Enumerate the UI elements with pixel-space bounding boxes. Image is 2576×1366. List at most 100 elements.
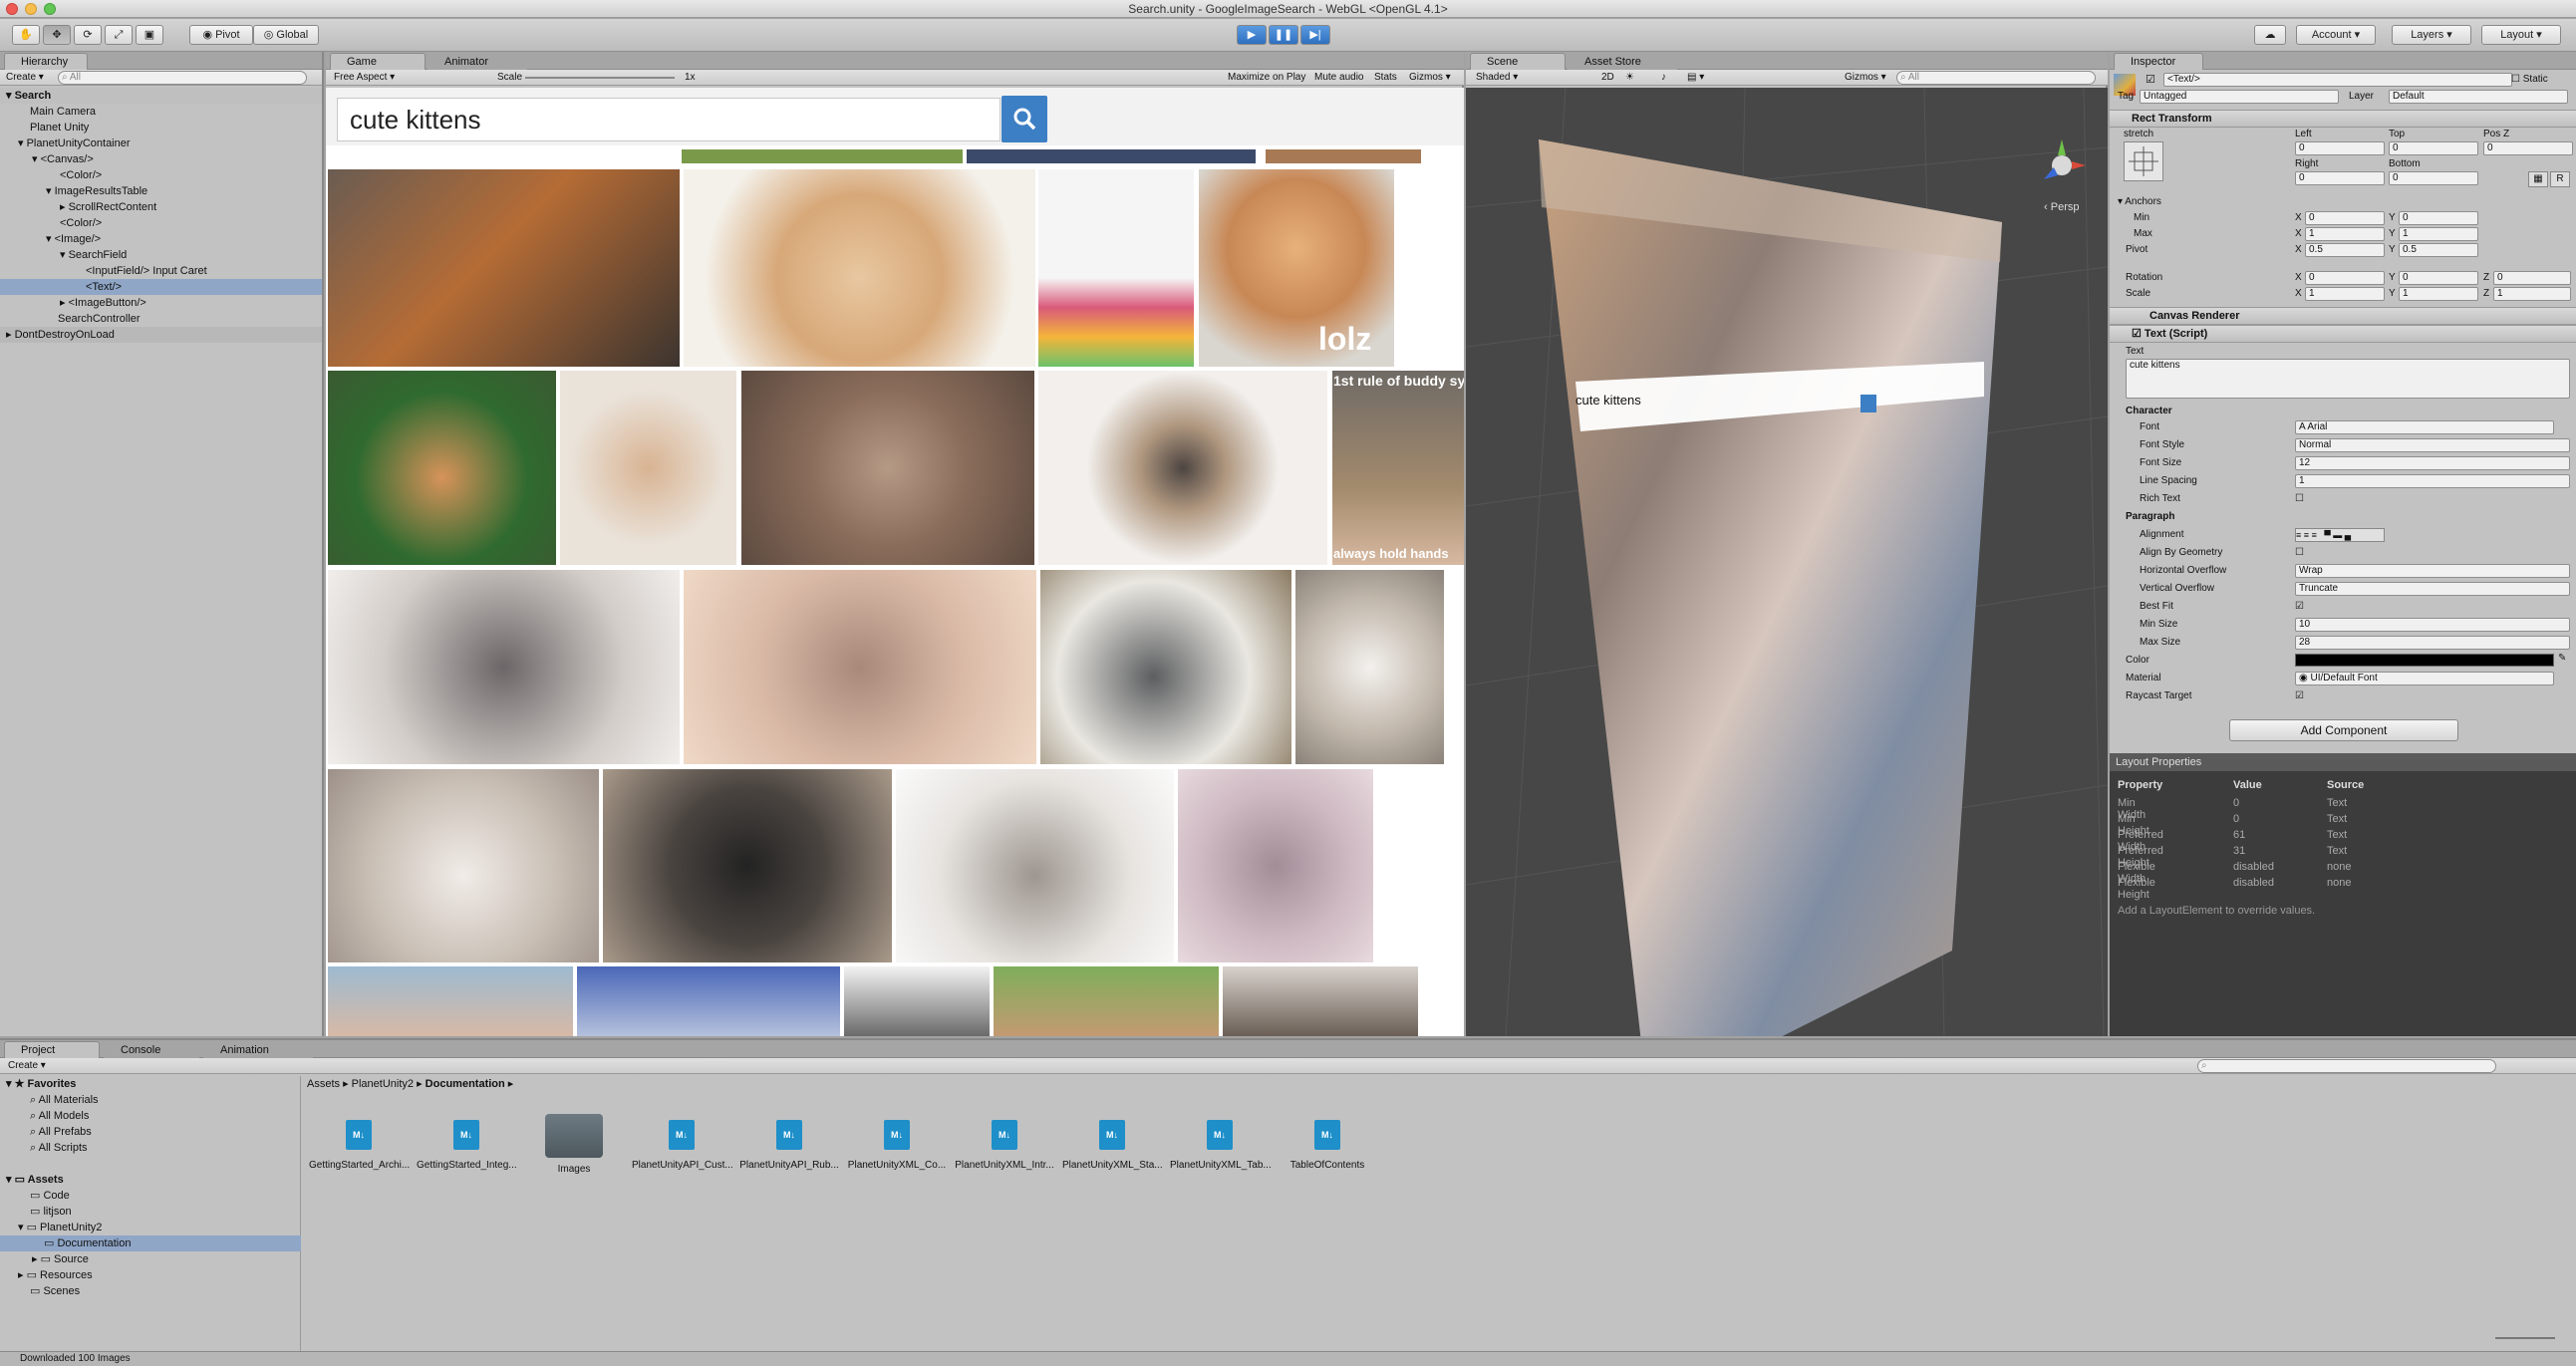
hierarchy-search-input[interactable]: ⌕ All	[58, 71, 307, 85]
pivot-toggle[interactable]: ◉ Pivot	[189, 25, 253, 45]
folder-planetunity2[interactable]: ▾ ▭ PlanetUnity2	[18, 1220, 102, 1235]
h-overflow-dropdown[interactable]: Wrap	[2295, 564, 2570, 578]
fav-all-prefabs[interactable]: ⌕ All Prefabs	[30, 1124, 92, 1140]
active-checkbox[interactable]: ☑	[2146, 73, 2155, 86]
effects-icon[interactable]: ▤ ▾	[1687, 71, 1704, 85]
create-dropdown[interactable]: Create ▾	[6, 71, 44, 85]
align-bottom-icon[interactable]: ▄	[2345, 530, 2351, 540]
tree-item-dont-destroy-on-load[interactable]: ▸ DontDestroyOnLoad	[0, 327, 322, 343]
tree-item-search-scene[interactable]: ▾ Search	[0, 88, 322, 104]
folder-code[interactable]: ▭ Code	[30, 1188, 70, 1204]
rotation-z-field[interactable]: 0	[2493, 271, 2571, 285]
result-image[interactable]	[328, 769, 599, 962]
play-button[interactable]: ▶	[1237, 25, 1267, 45]
line-spacing-field[interactable]: 1	[2295, 474, 2570, 488]
cloud-button[interactable]: ☁	[2254, 25, 2286, 45]
result-image[interactable]	[1040, 570, 1291, 764]
align-left-icon[interactable]: ≡	[2296, 530, 2301, 540]
asset-file[interactable]: M↓ TableOfContents	[1278, 1120, 1377, 1171]
tree-item-canvas[interactable]: ▾ <Canvas/>	[32, 151, 94, 167]
align-middle-icon[interactable]: ▬	[2333, 530, 2342, 540]
breadcrumb-item[interactable]: Assets	[307, 1078, 340, 1090]
text-script-header[interactable]: ☑ Text (Script)	[2110, 325, 2576, 343]
result-image[interactable]	[967, 149, 1256, 163]
tab-inspector[interactable]: Inspector	[2114, 53, 2203, 70]
result-image[interactable]	[1038, 169, 1194, 367]
canvas-renderer-header[interactable]: Canvas Renderer	[2110, 307, 2576, 325]
layout-properties-header[interactable]: Layout Properties	[2110, 753, 2576, 771]
mode-2d-toggle[interactable]: 2D	[1601, 71, 1614, 85]
favorites-foldout[interactable]: ▾ ★ Favorites	[6, 1076, 76, 1092]
scale-y-field[interactable]: 1	[2399, 287, 2478, 301]
left-field[interactable]: 0	[2295, 141, 2385, 155]
alignment-buttons[interactable]: ≡ ≡ ≡ ▀ ▬ ▄	[2295, 528, 2385, 542]
result-image[interactable]	[1038, 371, 1327, 565]
orientation-gizmo[interactable]	[2034, 137, 2090, 193]
step-button[interactable]: ▶|	[1300, 25, 1330, 45]
result-image[interactable]	[560, 371, 736, 565]
tree-item-input-field[interactable]: <InputField/> Input Caret	[86, 263, 207, 279]
asset-folder[interactable]: Images	[524, 1114, 624, 1175]
breadcrumb-item[interactable]: PlanetUnity2	[352, 1078, 414, 1090]
folder-litjson[interactable]: ▭ litjson	[30, 1204, 72, 1220]
tag-dropdown[interactable]: Untagged	[2140, 90, 2339, 104]
anchors-foldout[interactable]: ▾ Anchors	[2118, 195, 2161, 209]
audio-icon[interactable]: ♪	[1661, 71, 1666, 85]
tree-item-main-camera[interactable]: Main Camera	[30, 104, 96, 120]
right-field[interactable]: 0	[2295, 171, 2385, 185]
scene-search-input[interactable]: ⌕ All	[1896, 71, 2096, 85]
tab-scene[interactable]: Scene	[1470, 53, 1566, 70]
result-image[interactable]	[741, 371, 1034, 565]
tree-item-text-selected[interactable]: <Text/>	[0, 279, 322, 295]
bottom-field[interactable]: 0	[2389, 171, 2478, 185]
result-image[interactable]	[896, 769, 1174, 962]
global-toggle[interactable]: ◎ Global	[253, 25, 319, 45]
tree-item-color[interactable]: <Color/>	[60, 167, 102, 183]
scene-viewport[interactable]: cute kittens ‹ Persp	[1466, 88, 2108, 1036]
result-image[interactable]	[603, 769, 892, 962]
layout-dropdown[interactable]: Layout ▾	[2481, 25, 2561, 45]
asset-file[interactable]: M↓ PlanetUnityXML_Sta...	[1062, 1120, 1163, 1171]
rich-text-checkbox[interactable]: ☐	[2295, 492, 2304, 506]
shading-dropdown[interactable]: Shaded ▾	[1476, 71, 1585, 85]
result-image[interactable]	[682, 149, 963, 163]
result-image[interactable]: 1st rule of buddy syst always hold hands	[1332, 371, 1464, 565]
project-create-dropdown[interactable]: Create ▾	[8, 1059, 46, 1073]
result-image[interactable]	[684, 169, 1035, 367]
blueprint-button[interactable]: ▦	[2528, 171, 2548, 187]
asset-file[interactable]: M↓ PlanetUnityXML_Co...	[847, 1120, 947, 1171]
tab-asset-store[interactable]: Asset Store	[1568, 53, 1677, 70]
layer-dropdown[interactable]: Default	[2389, 90, 2568, 104]
scale-slider[interactable]	[525, 77, 675, 79]
tree-item-scroll-rect-content[interactable]: ▸ ScrollRectContent	[60, 199, 156, 215]
fav-all-models[interactable]: ⌕ All Models	[30, 1108, 89, 1124]
account-dropdown[interactable]: Account ▾	[2296, 25, 2376, 45]
maximize-on-play-toggle[interactable]: Maximize on Play	[1228, 71, 1305, 85]
tree-item-image-results-table[interactable]: ▾ ImageResultsTable	[46, 183, 147, 199]
result-image[interactable]: lolz	[1199, 169, 1394, 367]
align-right-icon[interactable]: ≡	[2312, 530, 2317, 540]
icon-size-slider[interactable]	[2495, 1337, 2555, 1339]
v-overflow-dropdown[interactable]: Truncate	[2295, 582, 2570, 596]
align-top-icon[interactable]: ▀	[2324, 530, 2330, 540]
align-geometry-checkbox[interactable]: ☐	[2295, 546, 2304, 560]
posz-field[interactable]: 0	[2483, 141, 2573, 155]
tab-project[interactable]: Project	[4, 1041, 100, 1058]
folder-scenes[interactable]: ▭ Scenes	[30, 1283, 80, 1299]
folder-source[interactable]: ▸ ▭ Source	[32, 1251, 89, 1267]
pivot-x-field[interactable]: 0.5	[2305, 243, 2385, 257]
result-image[interactable]	[328, 570, 680, 764]
raycast-target-checkbox[interactable]: ☑	[2295, 689, 2304, 703]
result-image[interactable]	[1223, 966, 1418, 1036]
font-size-field[interactable]: 12	[2295, 456, 2570, 470]
anchor-min-y-field[interactable]: 0	[2399, 211, 2478, 225]
tab-game[interactable]: Game	[330, 53, 426, 70]
top-field[interactable]: 0	[2389, 141, 2478, 155]
static-checkbox[interactable]: ☐ Static	[2511, 73, 2548, 87]
text-area[interactable]: cute kittens	[2126, 359, 2570, 399]
max-size-field[interactable]: 28	[2295, 636, 2570, 650]
search-input[interactable]: cute kittens	[337, 98, 1001, 141]
pause-button[interactable]: ❚❚	[1269, 25, 1298, 45]
color-picker-icon[interactable]: ✎	[2558, 652, 2566, 666]
persp-label[interactable]: ‹ Persp	[2044, 201, 2079, 213]
